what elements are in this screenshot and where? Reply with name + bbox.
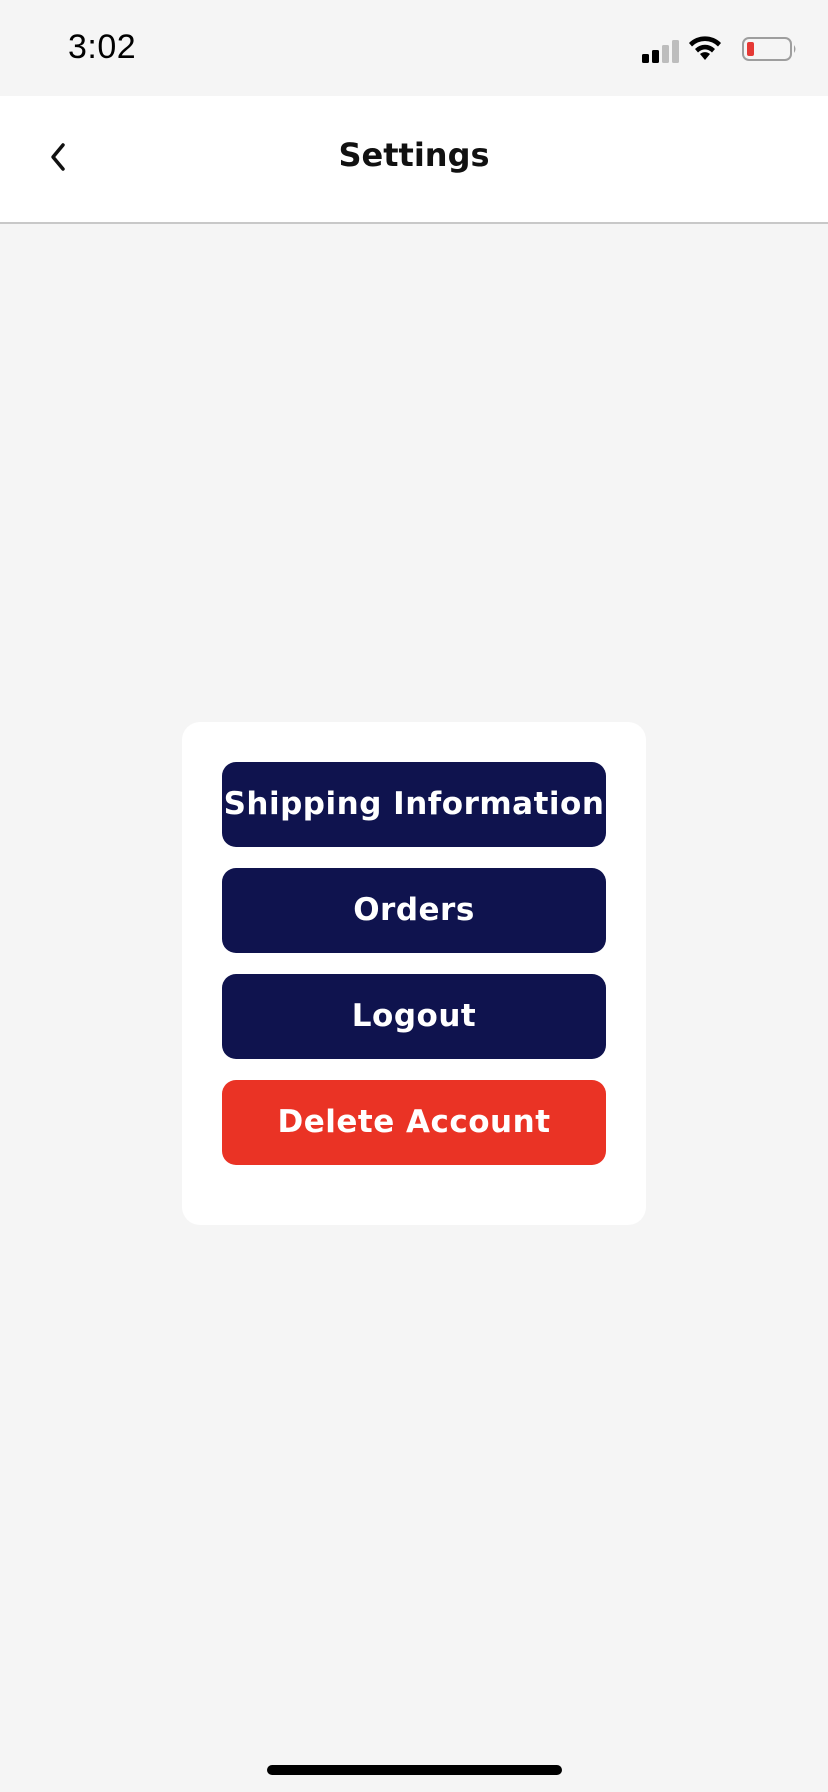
nav-bar: Settings [0, 96, 828, 224]
delete-account-button[interactable]: Delete Account [222, 1080, 606, 1165]
orders-button[interactable]: Orders [222, 868, 606, 953]
logout-button[interactable]: Logout [222, 974, 606, 1059]
home-indicator[interactable] [267, 1765, 562, 1775]
wifi-icon [689, 36, 721, 60]
cellular-signal-icon [642, 40, 679, 63]
status-bar: 3:02 [0, 0, 828, 96]
status-time: 3:02 [68, 28, 137, 66]
settings-card: Shipping Information Orders Logout Delet… [182, 722, 646, 1225]
page-title: Settings [338, 136, 490, 174]
battery-low-icon [742, 37, 796, 61]
shipping-information-button[interactable]: Shipping Information [222, 762, 606, 847]
